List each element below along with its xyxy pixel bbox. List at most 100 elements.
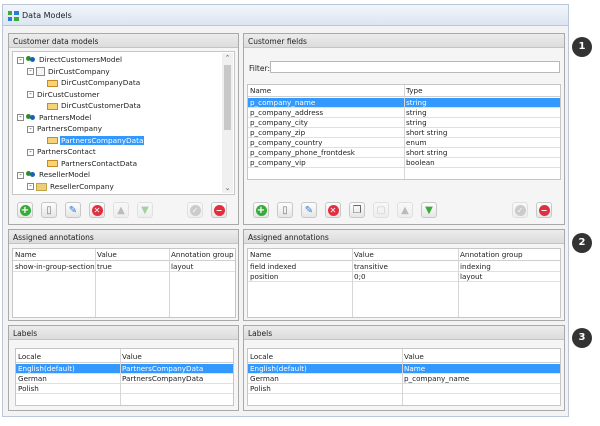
model-tree[interactable]: - DirectCustomersModel - DirCustCompany DirC…	[12, 51, 235, 195]
paste-icon: ▢	[376, 205, 386, 216]
expand-toggle-icon[interactable]: -	[27, 91, 34, 98]
column-header[interactable]: Annotation group	[458, 249, 560, 260]
tree-node-label: PartnersContact	[37, 147, 96, 156]
data-icon	[47, 79, 58, 87]
table-cell: 0;0	[354, 272, 366, 281]
field-down-button[interactable]: ▼	[421, 202, 437, 218]
field-up-button[interactable]: ▲	[397, 202, 413, 218]
table-row[interactable]: German PartnersCompanyData	[16, 374, 233, 384]
table-row[interactable]: English(default) Name	[248, 364, 560, 374]
tree-node-label: PartnersContactData	[61, 158, 138, 168]
table-cell: show-in-group-section	[15, 262, 95, 271]
paste-field-button[interactable]: ▢	[373, 202, 389, 218]
scroll-up-icon[interactable]: ⌃	[222, 53, 233, 63]
table-cell: p_company_city	[250, 118, 308, 127]
table-header-row: Locale Value	[248, 351, 560, 363]
table-row[interactable]: English(default) PartnersCompanyData	[16, 364, 233, 374]
tree-node[interactable]: - PartnersCompany	[27, 123, 103, 134]
tree-scrollbar[interactable]: ⌃ ⌄	[222, 53, 233, 193]
column-header[interactable]: Value	[95, 249, 169, 260]
panel-header: Assigned annotations	[9, 230, 238, 244]
callout-1: 1	[572, 37, 592, 57]
table-cell: p_company_zip	[250, 128, 306, 137]
filter-input[interactable]	[270, 61, 560, 73]
table-cell: string	[406, 98, 427, 107]
confirm-button[interactable]: ✓	[187, 202, 203, 218]
remove-button[interactable]: −	[211, 202, 227, 218]
table-row[interactable]: position 0;0 layout	[248, 272, 560, 282]
column-header[interactable]: Name	[248, 249, 352, 260]
arrow-down-icon: ▼	[425, 205, 433, 216]
table-cell: PartnersCompanyData	[122, 364, 204, 373]
confirm-field-button[interactable]: ✓	[512, 202, 528, 218]
table-cell	[120, 384, 233, 393]
title-bar: Data Models	[3, 5, 568, 26]
expand-toggle-icon[interactable]: -	[27, 68, 34, 75]
tree-node[interactable]: - DirCustCustomer	[27, 89, 100, 100]
move-up-button[interactable]: ▲	[113, 202, 129, 218]
scroll-down-icon[interactable]: ⌄	[222, 183, 233, 193]
column-divider	[402, 349, 403, 405]
annotations-table-left: Name Value Annotation group show-in-group-s…	[12, 248, 236, 318]
model-icon	[26, 171, 36, 179]
table-cell: true	[97, 262, 112, 271]
expand-toggle-icon[interactable]: -	[27, 148, 34, 156]
table-row[interactable]: field indexed transitive indexing	[248, 262, 560, 272]
tree-node[interactable]: - DirCustCompany	[27, 66, 111, 77]
tree-node[interactable]: - ResellerModel	[17, 169, 91, 180]
table-row[interactable]: show-in-group-section true layout	[13, 262, 235, 272]
edit-field-button[interactable]: ✎	[301, 202, 317, 218]
copy-field-button[interactable]: ❐	[349, 202, 365, 218]
expand-toggle-icon[interactable]: -	[27, 183, 34, 190]
data-icon	[47, 137, 58, 144]
delete-field-button[interactable]: ✕	[325, 202, 341, 218]
table-cell: p_company_phone_frontdesk	[250, 148, 355, 157]
expand-toggle-icon[interactable]: -	[17, 171, 24, 179]
table-cell: short string	[406, 128, 448, 137]
column-header[interactable]: Value	[402, 351, 560, 362]
minus-icon: −	[538, 205, 550, 216]
plus-icon: +	[19, 205, 31, 216]
tree-node[interactable]: DirCustCompanyData	[37, 77, 141, 88]
table-cell: English(default)	[250, 364, 307, 373]
expand-toggle-icon[interactable]: -	[17, 114, 24, 121]
expand-toggle-icon[interactable]: -	[17, 56, 24, 64]
tree-node[interactable]: DirCustCustomerData	[37, 100, 142, 111]
column-header[interactable]: Type	[404, 85, 560, 96]
edit-button[interactable]: ✎	[65, 202, 81, 218]
table-cell: string	[406, 108, 427, 117]
column-header[interactable]: Value	[352, 249, 458, 260]
delete-button[interactable]: ✕	[89, 202, 105, 218]
table-row[interactable]: Polish	[248, 384, 560, 394]
data-icon	[47, 102, 58, 110]
tree-node[interactable]: PartnersCompanyData	[37, 135, 145, 146]
scroll-thumb[interactable]	[224, 65, 231, 130]
arrow-up-icon: ▲	[117, 205, 125, 216]
remove-field-button[interactable]: −	[536, 202, 552, 218]
column-header[interactable]: Name	[13, 249, 95, 260]
column-header[interactable]: Annotation group	[169, 249, 235, 260]
panel-header: Customer fields	[244, 34, 564, 48]
add-field-button[interactable]: +	[253, 202, 269, 218]
document-icon: ▯	[46, 205, 52, 216]
tree-node[interactable]: - PartnersContact	[27, 146, 97, 157]
column-header[interactable]: Locale	[248, 351, 402, 362]
tree-node[interactable]: - PartnersModel	[17, 112, 92, 123]
tree-node[interactable]: - DirectCustomersModel	[17, 54, 123, 65]
column-header[interactable]: Locale	[16, 351, 120, 362]
table-row[interactable]: Polish	[16, 384, 233, 394]
tree-node[interactable]: PartnersContactData	[37, 158, 138, 169]
customer-fields-panel: Customer fields Filter: Name Type p_compan…	[243, 33, 565, 225]
column-header[interactable]: Value	[120, 351, 233, 362]
table-row[interactable]: German p_company_name	[248, 374, 560, 384]
new-field-document-button[interactable]: ▯	[277, 202, 293, 218]
check-icon: ✓	[514, 205, 526, 216]
tree-node[interactable]: - ResellerCompany	[27, 181, 115, 192]
expand-toggle-icon[interactable]: -	[27, 125, 34, 133]
panel-header: Customer data models	[9, 34, 238, 48]
new-document-button[interactable]: ▯	[41, 202, 57, 218]
add-button[interactable]: +	[17, 202, 33, 218]
move-down-button[interactable]: ▼	[137, 202, 153, 218]
check-icon: ✓	[189, 205, 201, 216]
column-header[interactable]: Name	[248, 85, 404, 96]
